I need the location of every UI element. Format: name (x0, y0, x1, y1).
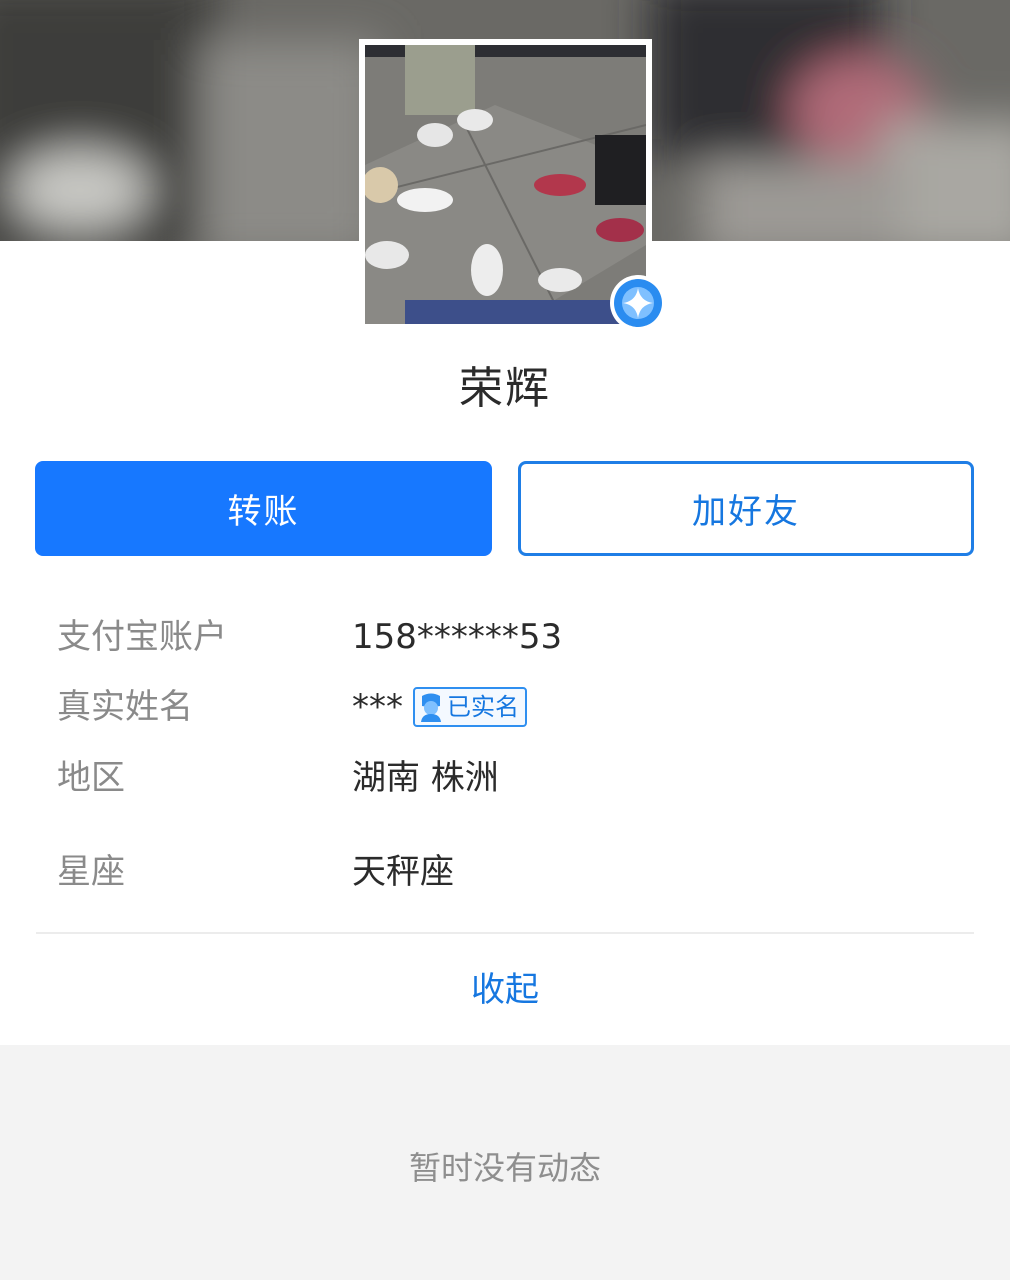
zodiac-label: 星座 (57, 852, 125, 892)
account-row: 支付宝账户 158******53 (0, 607, 1010, 667)
zodiac-row: 星座 天秤座 (0, 842, 1010, 902)
transfer-button[interactable]: 转账 (35, 461, 492, 556)
nickname: 荣辉 (459, 363, 551, 414)
real-name-row: 真实姓名 *** 已实名 (0, 677, 1010, 737)
verified-name-badge-label: 已实名 (447, 693, 519, 721)
account-value: 158******53 (352, 617, 563, 657)
profile-page: 荣辉 转账 加好友 支付宝账户 158******53 真实姓名 *** 已实名… (0, 0, 1010, 1280)
add-friend-button[interactable]: 加好友 (518, 461, 974, 556)
real-name-value: *** (352, 687, 403, 727)
sparkle-star-icon (614, 279, 662, 327)
zodiac-value: 天秤座 (352, 852, 454, 892)
region-row: 地区 湖南 株洲 (0, 748, 1010, 808)
account-label: 支付宝账户 (57, 617, 227, 657)
verified-badge (610, 275, 666, 331)
collapse-button[interactable]: 收起 (0, 962, 1010, 1018)
real-name-value-group: *** 已实名 (352, 677, 527, 737)
person-verified-icon (421, 693, 441, 722)
avatar[interactable] (359, 39, 652, 330)
real-name-label: 真实姓名 (57, 687, 193, 727)
verified-name-badge: 已实名 (413, 687, 527, 727)
feed-empty-text: 暂时没有动态 (408, 1149, 601, 1187)
region-label: 地区 (57, 758, 125, 798)
region-value: 湖南 株洲 (352, 758, 499, 798)
divider (36, 932, 974, 934)
